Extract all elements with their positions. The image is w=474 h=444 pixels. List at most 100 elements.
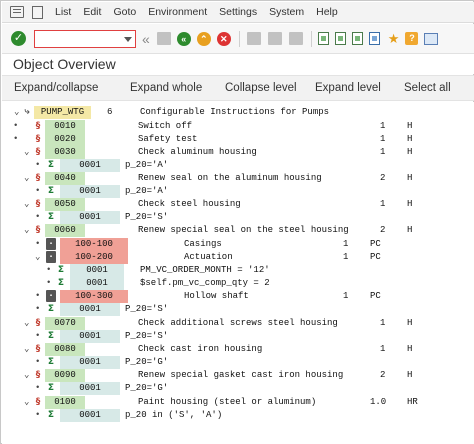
operation-dependency-icon [33, 198, 43, 210]
print-icon[interactable] [246, 32, 261, 45]
expand-collapse-button[interactable]: Expand/collapse [14, 82, 98, 94]
collapse-toggle-icon[interactable]: ⌄ [35, 251, 40, 264]
component-code[interactable]: 100-200 [60, 251, 128, 264]
collapse-toggle-icon[interactable]: ⌄ [24, 146, 29, 159]
tree-root-row[interactable]: ⌄ PUMP_WTG 6 Configurable Instructions f… [2, 106, 474, 119]
expand-level-button[interactable]: Expand level [315, 82, 381, 94]
operation-row[interactable]: ⌄ 0100 Paint housing (steel or aluminum)… [2, 396, 474, 409]
previous-page-icon[interactable] [334, 32, 346, 45]
collapse-toggle-icon[interactable]: ⌄ [24, 343, 29, 356]
save-icon[interactable] [156, 32, 171, 45]
dependency-row[interactable]: • 0001 P_20='G' [2, 382, 474, 395]
create-session-icon[interactable]: ★ [388, 31, 400, 46]
menu-list[interactable]: List [55, 6, 71, 18]
operation-code[interactable]: 0100 [45, 396, 85, 409]
operation-code[interactable]: 0060 [45, 224, 85, 237]
operation-code[interactable]: 0020 [45, 133, 85, 146]
operation-row[interactable]: ⌄ 0050 Check steel housing 1 H [2, 198, 474, 211]
menu-edit[interactable]: Edit [83, 6, 101, 18]
toolbar-separator [310, 30, 312, 47]
dependency-row[interactable]: • 0001 P_20='G' [2, 356, 474, 369]
next-page-icon[interactable] [351, 32, 363, 45]
component-row[interactable]: • 100-300 Hollow shaft 1 PC [2, 290, 474, 303]
menu-goto[interactable]: Goto [113, 6, 136, 18]
operation-code[interactable]: 0040 [45, 172, 85, 185]
dependency-row[interactable]: • 0001 P_20='S' [2, 303, 474, 316]
operation-row[interactable]: ⌄ 0060 Renew special seal on the steel h… [2, 224, 474, 237]
dependency-code[interactable]: 0001 [60, 382, 120, 395]
cancel-icon[interactable]: ✕ [216, 31, 231, 46]
dependency-code[interactable]: 0001 [60, 330, 120, 343]
exit-icon[interactable]: ⌃ [196, 31, 211, 46]
dependency-code[interactable]: 0001 [70, 277, 124, 290]
operation-code[interactable]: 0090 [45, 369, 85, 382]
collapse-toggle-icon[interactable]: ⌄ [24, 317, 29, 330]
bullet-icon: • [46, 278, 52, 288]
dependency-code[interactable]: 0001 [60, 303, 120, 316]
menu-settings[interactable]: Settings [219, 6, 257, 18]
operation-code[interactable]: 0030 [45, 146, 85, 159]
dependency-code[interactable]: 0001 [60, 409, 120, 422]
find-icon[interactable] [267, 32, 282, 45]
double-chevron-left-icon[interactable]: « [142, 31, 150, 47]
operation-code[interactable]: 0070 [45, 317, 85, 330]
component-unit: PC [370, 239, 381, 249]
dependency-row[interactable]: • 0001 P_20='S' [2, 330, 474, 343]
operation-row[interactable]: ⌄ 0030 Check aluminum housing 1 H [2, 146, 474, 159]
menu-help[interactable]: Help [316, 6, 338, 18]
title-bar: Object Overview [2, 54, 474, 74]
layout-menu-icon[interactable] [424, 32, 439, 45]
collapse-toggle-icon[interactable]: ⌄ [24, 369, 29, 382]
dependency-row[interactable]: • 0001 P_20='S' [2, 211, 474, 224]
component-row[interactable]: • 100-100 Casings 1 PC [2, 238, 474, 251]
operation-row[interactable]: ⌄ 0090 Renew special gasket cast iron ho… [2, 369, 474, 382]
dependency-code[interactable]: 0001 [60, 211, 120, 224]
back-icon[interactable]: « [176, 31, 191, 46]
operation-row[interactable]: ⌄ 0080 Check cast iron housing 1 H [2, 343, 474, 356]
dependency-row[interactable]: • 0001 PM_VC_ORDER_MONTH = '12' [2, 264, 474, 277]
root-description: Configurable Instructions for Pumps [140, 107, 330, 117]
operation-row[interactable]: ⌄ 0040 Renew seal on the aluminum housin… [2, 172, 474, 185]
first-page-icon[interactable] [317, 32, 329, 45]
operation-qty: 1 [380, 134, 386, 144]
operation-row[interactable]: ⌄ 0070 Check additional screws steel hou… [2, 317, 474, 330]
component-code[interactable]: 100-300 [60, 290, 128, 303]
dependency-code[interactable]: 0001 [60, 159, 120, 172]
dependency-code[interactable]: 0001 [60, 185, 120, 198]
select-all-button[interactable]: Select all [404, 82, 451, 94]
dependency-row[interactable]: • 0001 $self.pm_vc_comp_qty = 2 [2, 277, 474, 290]
component-code[interactable]: 100-100 [60, 238, 128, 251]
operation-row[interactable]: • 0020 Safety test 1 H [2, 133, 474, 146]
dependency-code[interactable]: 0001 [70, 264, 124, 277]
command-field[interactable] [34, 29, 136, 48]
collapse-toggle-icon[interactable]: ⌄ [24, 396, 29, 409]
chevron-down-icon[interactable] [124, 36, 132, 42]
bullet-icon: • [46, 265, 52, 275]
operation-code[interactable]: 0010 [45, 120, 85, 133]
help-icon[interactable]: ? [405, 32, 419, 45]
collapse-level-button[interactable]: Collapse level [225, 82, 297, 94]
collapse-toggle-icon[interactable]: ⌄ [14, 106, 19, 119]
dependency-code[interactable]: 0001 [60, 356, 120, 369]
last-page-icon[interactable] [368, 32, 380, 45]
dependency-row[interactable]: • 0001 p_20 in ('S', 'A') [2, 409, 474, 422]
page-icon[interactable] [32, 5, 43, 19]
operation-row[interactable]: • 0010 Switch off 1 H [2, 120, 474, 133]
find-next-icon[interactable] [288, 32, 303, 45]
dependency-row[interactable]: • 0001 p_20='A' [2, 185, 474, 198]
menu-system[interactable]: System [269, 6, 304, 18]
enter-check-icon[interactable]: ✓ [11, 31, 26, 46]
operation-code[interactable]: 0050 [45, 198, 85, 211]
collapse-toggle-icon[interactable]: ⌄ [24, 198, 29, 211]
bullet-icon: • [13, 121, 19, 131]
expand-whole-button[interactable]: Expand whole [130, 82, 202, 94]
operation-text: Check additional screws steel housing [138, 318, 338, 328]
menu-environment[interactable]: Environment [148, 6, 207, 18]
operation-code[interactable]: 0080 [45, 343, 85, 356]
system-menu-icon[interactable] [10, 6, 24, 18]
dependency-row[interactable]: • 0001 p_20='A' [2, 159, 474, 172]
collapse-toggle-icon[interactable]: ⌄ [24, 224, 29, 237]
component-row[interactable]: ⌄ 100-200 Actuation 1 PC [2, 251, 474, 264]
root-code[interactable]: PUMP_WTG [34, 106, 91, 119]
collapse-toggle-icon[interactable]: ⌄ [24, 172, 29, 185]
